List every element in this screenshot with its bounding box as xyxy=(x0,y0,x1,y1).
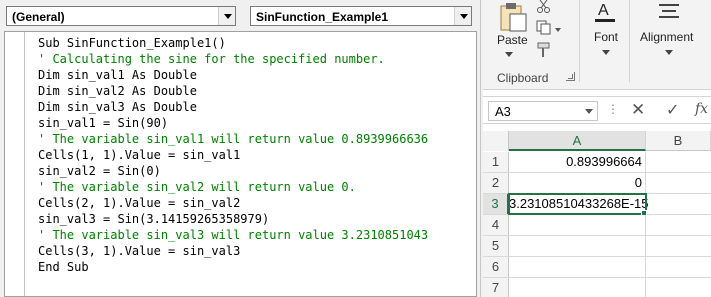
code-line[interactable]: sin_val3 = Sin(3.14159265358979) xyxy=(38,211,428,227)
chevron-down-icon[interactable] xyxy=(555,28,561,32)
row-header[interactable]: 7 xyxy=(483,278,509,297)
insert-function-icon[interactable]: fx xyxy=(695,101,708,117)
worksheet-grid[interactable]: A B 1 0.893996664 2 0 3 3.23108510433268E-15 4… xyxy=(483,131,711,297)
object-dropdown-value: (General) xyxy=(12,10,65,24)
more-options-icon[interactable]: ⋮ xyxy=(607,102,619,116)
object-dropdown[interactable]: (General) xyxy=(6,6,236,26)
cell-b[interactable] xyxy=(646,194,711,214)
name-box[interactable]: A3 xyxy=(488,101,598,121)
clipboard-group-label: Clipboard xyxy=(497,71,549,85)
code-comment-line[interactable]: ' Calculating the sine for the specified… xyxy=(38,51,428,67)
format-painter-icon[interactable] xyxy=(536,42,552,58)
code-line[interactable]: sin_val1 = Sin(90) xyxy=(38,115,428,131)
chevron-down-icon[interactable] xyxy=(454,7,471,25)
cell-a[interactable] xyxy=(509,278,646,297)
cell-b[interactable] xyxy=(646,257,711,277)
code-line[interactable]: Dim sin_val3 As Double xyxy=(38,99,428,115)
code-comment-line[interactable]: ' The variable sin_val1 will return valu… xyxy=(38,131,428,147)
row-header[interactable]: 3 xyxy=(483,194,509,214)
cell-a[interactable] xyxy=(509,257,646,277)
code-editor[interactable]: Sub SinFunction_Example1() ' Calculating … xyxy=(38,35,428,275)
table-row: 6 xyxy=(483,257,711,278)
code-line[interactable]: Cells(2, 1).Value = sin_val2 xyxy=(38,195,428,211)
code-window[interactable]: Sub SinFunction_Example1() ' Calculating … xyxy=(4,31,477,297)
copy-icon[interactable] xyxy=(536,20,552,35)
table-row: 3 3.23108510433268E-15 xyxy=(483,193,711,216)
cut-icon[interactable] xyxy=(536,0,552,14)
ribbon: Paste Clipboard A Font Alignment xyxy=(483,0,711,90)
code-line[interactable]: Dim sin_val1 As Double xyxy=(38,67,428,83)
cell-a[interactable] xyxy=(509,215,646,235)
code-line[interactable]: End Sub xyxy=(38,259,428,275)
selected-cell[interactable]: 3.23108510433268E-15 xyxy=(508,193,649,215)
cell-a[interactable]: 0.893996664 xyxy=(509,152,646,172)
column-headers: A B xyxy=(483,131,711,151)
procedure-dropdown[interactable]: SinFunction_Example1 xyxy=(250,6,472,26)
chevron-down-icon[interactable] xyxy=(665,50,673,55)
code-line[interactable]: Dim sin_val2 As Double xyxy=(38,83,428,99)
margin-indicator-bar[interactable] xyxy=(5,32,25,296)
cell-b[interactable] xyxy=(646,152,711,172)
column-header-b[interactable]: B xyxy=(646,131,711,151)
chevron-down-icon[interactable] xyxy=(585,109,593,114)
dialog-launcher-icon[interactable] xyxy=(566,72,575,81)
row-header[interactable]: 2 xyxy=(483,173,509,193)
vertical-scrollbar[interactable] xyxy=(468,32,476,296)
font-group-label[interactable]: Font xyxy=(594,30,618,44)
enter-icon[interactable]: ✓ xyxy=(666,100,679,119)
table-row: 20 xyxy=(483,173,711,194)
row-header[interactable]: 1 xyxy=(483,152,509,172)
procedure-dropdown-value: SinFunction_Example1 xyxy=(256,10,389,24)
code-line[interactable]: Cells(3, 1).Value = sin_val3 xyxy=(38,243,428,259)
cell-b[interactable] xyxy=(646,278,711,297)
cell-b[interactable] xyxy=(646,173,711,193)
column-header-a[interactable]: A xyxy=(509,131,646,151)
code-comment-line[interactable]: ' The variable sin_val2 will return valu… xyxy=(38,179,428,195)
paste-label[interactable]: Paste xyxy=(497,33,528,47)
row-header[interactable]: 5 xyxy=(483,236,509,256)
table-row: 4 xyxy=(483,215,711,236)
group-divider xyxy=(579,0,580,82)
cell-a[interactable] xyxy=(509,236,646,256)
name-box-value: A3 xyxy=(495,104,511,119)
code-line[interactable]: Sub SinFunction_Example1() xyxy=(38,35,428,51)
cancel-icon[interactable]: ✕ xyxy=(631,100,645,120)
group-divider xyxy=(629,0,630,82)
formula-bar: A3 ⋮ ✕ ✓ fx xyxy=(483,96,711,124)
cell-b[interactable] xyxy=(646,215,711,235)
table-row: 5 xyxy=(483,236,711,257)
excel-window: Paste Clipboard A Font Alignment A3 ⋮ ✕ … xyxy=(483,0,711,297)
alignment-icon[interactable] xyxy=(657,2,681,22)
code-comment-line[interactable]: ' The variable sin_val3 will return valu… xyxy=(38,227,428,243)
paste-icon[interactable] xyxy=(497,2,529,32)
svg-text:A: A xyxy=(598,2,609,19)
chevron-down-icon[interactable] xyxy=(218,7,235,25)
code-line[interactable]: sin_val2 = Sin(0) xyxy=(38,163,428,179)
alignment-group-label[interactable]: Alignment xyxy=(640,30,693,44)
font-icon[interactable]: A xyxy=(593,0,619,24)
table-row: 7 xyxy=(483,278,711,297)
row-header[interactable]: 6 xyxy=(483,257,509,277)
vba-editor: (General) SinFunction_Example1 Sub SinFu… xyxy=(0,0,481,297)
cell-a[interactable]: 0 xyxy=(509,173,646,193)
code-line[interactable]: Cells(1, 1).Value = sin_val1 xyxy=(38,147,428,163)
chevron-down-icon[interactable] xyxy=(602,50,610,55)
table-row: 1 0.893996664 xyxy=(483,152,711,173)
row-header[interactable]: 4 xyxy=(483,215,509,235)
select-all-corner[interactable] xyxy=(483,131,509,151)
cell-b[interactable] xyxy=(646,236,711,256)
chevron-down-icon[interactable] xyxy=(505,52,513,57)
